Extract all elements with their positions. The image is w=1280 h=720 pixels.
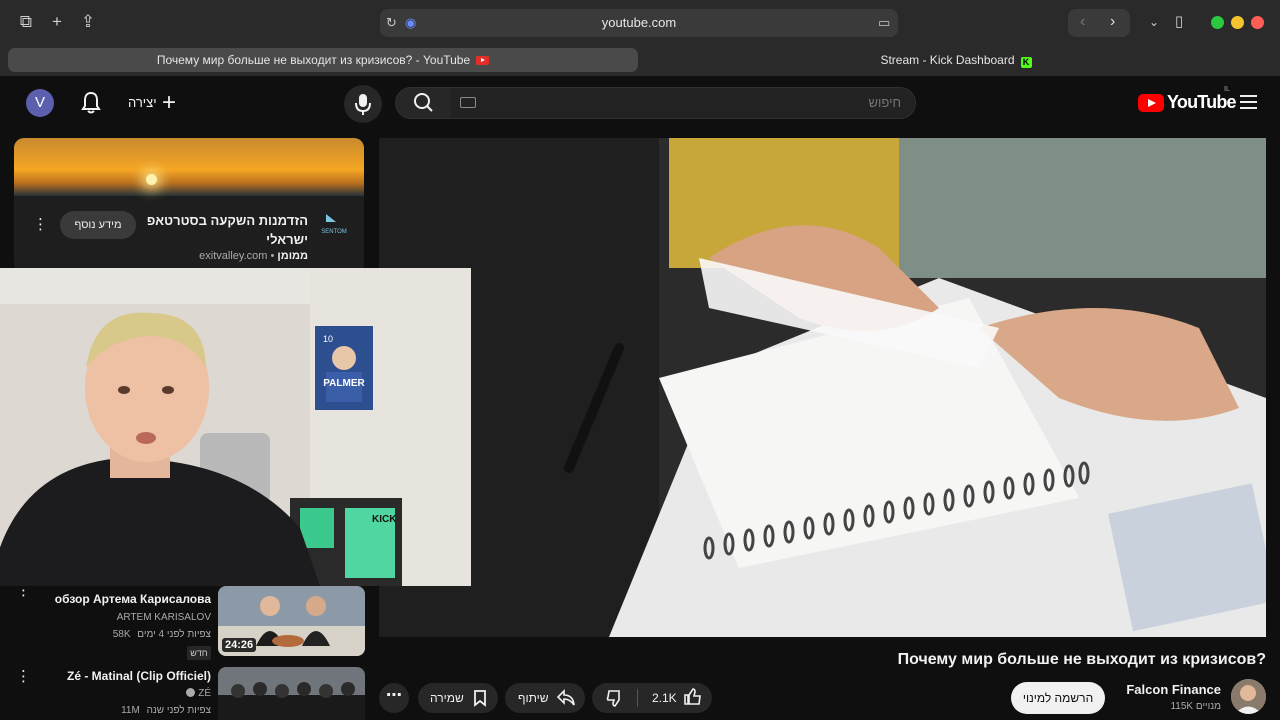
svg-text:PALMER: PALMER xyxy=(323,378,365,389)
recommendation-title[interactable]: обзор Артема Карисалова xyxy=(40,592,211,606)
recommendation-age: לפני 4 ימים xyxy=(137,629,185,640)
new-badge: חדש xyxy=(187,646,211,660)
kick-favicon: K xyxy=(1020,57,1032,68)
divider xyxy=(637,689,638,707)
subscribe-button[interactable]: הרשמה למינוי xyxy=(1011,682,1105,714)
recommendation-channel[interactable]: ZÉ xyxy=(40,688,211,699)
chevron-down-icon[interactable]: ⌄ xyxy=(1144,12,1164,32)
search-button[interactable] xyxy=(396,88,451,118)
save-label: שמירה xyxy=(430,691,464,705)
channel-name: ZÉ xyxy=(198,688,211,699)
ad-meta: ממומן • exitvalley.com xyxy=(199,250,308,262)
reader-icon[interactable]: ▭ xyxy=(878,15,890,31)
logo-country: IL xyxy=(1224,86,1230,93)
svg-text:KICK: KICK xyxy=(372,514,397,525)
ad-learn-more-button[interactable]: מידע נוסף xyxy=(60,211,136,239)
address-bar[interactable]: ↻ ◉ youtube.com ▭ xyxy=(380,9,898,37)
close-window-button[interactable] xyxy=(1251,16,1264,29)
svg-text:10: 10 xyxy=(323,334,333,344)
voice-search-button[interactable] xyxy=(344,85,382,123)
ad-domain: exitvalley.com xyxy=(199,250,268,262)
create-label: יצירה xyxy=(128,95,157,110)
minimize-window-button[interactable] xyxy=(1231,16,1244,29)
recommendation-title[interactable]: Zé - Matinal (Clip Officiel) xyxy=(40,669,211,683)
advertiser-logo: SENTOM xyxy=(316,210,352,236)
history-nav: ‹ › xyxy=(1068,9,1130,37)
share-label: שיתוף xyxy=(518,691,549,705)
sidebar-icon[interactable]: ▯ xyxy=(1169,12,1189,32)
search-icon xyxy=(414,93,433,112)
tab-kick[interactable]: Stream - Kick Dashboard K xyxy=(640,48,1272,72)
subscriber-count: 115K מנויים xyxy=(1170,701,1221,712)
sponsored-ad-card[interactable]: SENTOM הזדמנות השקעה בסטרטאפ ישראלי ממומ… xyxy=(14,138,364,273)
tab-bar: Почему мир больше не выходит из кризисов… xyxy=(0,44,1280,76)
youtube-header: V יצירה + YouTube IL xyxy=(0,76,1280,132)
url-text: youtube.com xyxy=(601,15,677,30)
recommendation-menu-icon[interactable]: ⋮ xyxy=(16,669,31,684)
recommendation-meta: 58K צפיות לפני 4 ימים xyxy=(40,629,211,640)
streamer-webcam-overlay: 10 PALMER KICK xyxy=(0,268,471,586)
share-icon[interactable]: ⇪ xyxy=(78,12,98,32)
save-button[interactable]: שמירה xyxy=(418,683,498,713)
recommendation-thumbnail[interactable]: 24:26 xyxy=(218,586,365,656)
video-player[interactable] xyxy=(379,138,1266,637)
verified-icon xyxy=(186,688,196,697)
svg-text:SENTOM: SENTOM xyxy=(321,229,347,235)
ad-banner-image xyxy=(14,138,364,196)
recommendation-channel[interactable]: ARTEM KARISALOV xyxy=(40,612,211,623)
like-icon[interactable] xyxy=(683,687,703,707)
tab-title: Почему мир больше не выходит из кризисов… xyxy=(156,53,471,67)
share-arrow-icon xyxy=(556,689,575,706)
plus-icon: + xyxy=(162,89,177,116)
video-duration: 24:26 xyxy=(222,638,257,652)
search-box xyxy=(395,87,916,119)
account-avatar[interactable]: V xyxy=(26,89,54,117)
ad-title[interactable]: הזדמנות השקעה בסטרטאפ ישראלי xyxy=(144,211,308,249)
menu-icon[interactable] xyxy=(1240,95,1257,109)
sun-graphic xyxy=(146,174,157,185)
sentom-logo-icon: SENTOM xyxy=(321,214,347,235)
channel-avatar-image xyxy=(1231,679,1266,714)
microphone-icon xyxy=(355,94,371,115)
forward-icon[interactable]: › xyxy=(1110,13,1115,31)
tab-overview-icon[interactable]: ⧉ xyxy=(16,12,36,32)
youtube-play-icon xyxy=(1138,94,1164,112)
ad-menu-icon[interactable]: ⋮ xyxy=(33,217,48,232)
poster: 10 PALMER xyxy=(315,326,373,410)
tab-youtube[interactable]: Почему мир больше не выходит из кризисов… xyxy=(8,48,638,72)
logo-text: YouTube xyxy=(1167,92,1237,112)
recommendation-thumbnail[interactable] xyxy=(218,667,365,720)
sponsored-label: ממומן xyxy=(277,250,308,262)
video-frame-image xyxy=(379,138,1266,637)
recommendation-age: לפני שנה xyxy=(146,705,185,716)
recommendation-meta: 11M צפיות לפני שנה xyxy=(40,705,211,716)
search-input[interactable] xyxy=(456,95,901,110)
channel-name[interactable]: Falcon Finance xyxy=(1100,682,1221,697)
like-dislike-group: 2.1K xyxy=(592,683,712,713)
tab-title: Stream - Kick Dashboard xyxy=(880,53,1015,67)
youtube-favicon xyxy=(476,56,490,65)
bookmark-icon xyxy=(474,690,486,707)
new-tab-icon[interactable]: + xyxy=(47,12,67,32)
create-button[interactable]: יצירה + xyxy=(122,88,186,118)
like-count: 2.1K xyxy=(652,691,677,705)
notifications-bell-icon[interactable] xyxy=(80,91,102,115)
youtube-logo[interactable]: YouTube IL xyxy=(1138,86,1237,116)
zoom-window-button[interactable] xyxy=(1211,16,1224,29)
more-actions-button[interactable]: ⋯ xyxy=(379,683,409,713)
back-icon[interactable]: ‹ xyxy=(1080,13,1085,31)
share-button[interactable]: שיתוף xyxy=(505,683,585,713)
channel-avatar[interactable] xyxy=(1231,679,1266,714)
video-title: Почему мир больше не выходит из кризисов… xyxy=(897,651,1266,668)
browser-toolbar: ⧉ + ⇪ ↻ ◉ youtube.com ▭ ‹ › ⌄ ▯ xyxy=(0,0,1280,44)
recommendation-menu-icon[interactable]: ⋮ xyxy=(16,583,31,598)
webcam-image: 10 PALMER KICK xyxy=(0,268,471,586)
dislike-icon[interactable] xyxy=(605,688,625,708)
thumbnail-image xyxy=(218,667,365,720)
